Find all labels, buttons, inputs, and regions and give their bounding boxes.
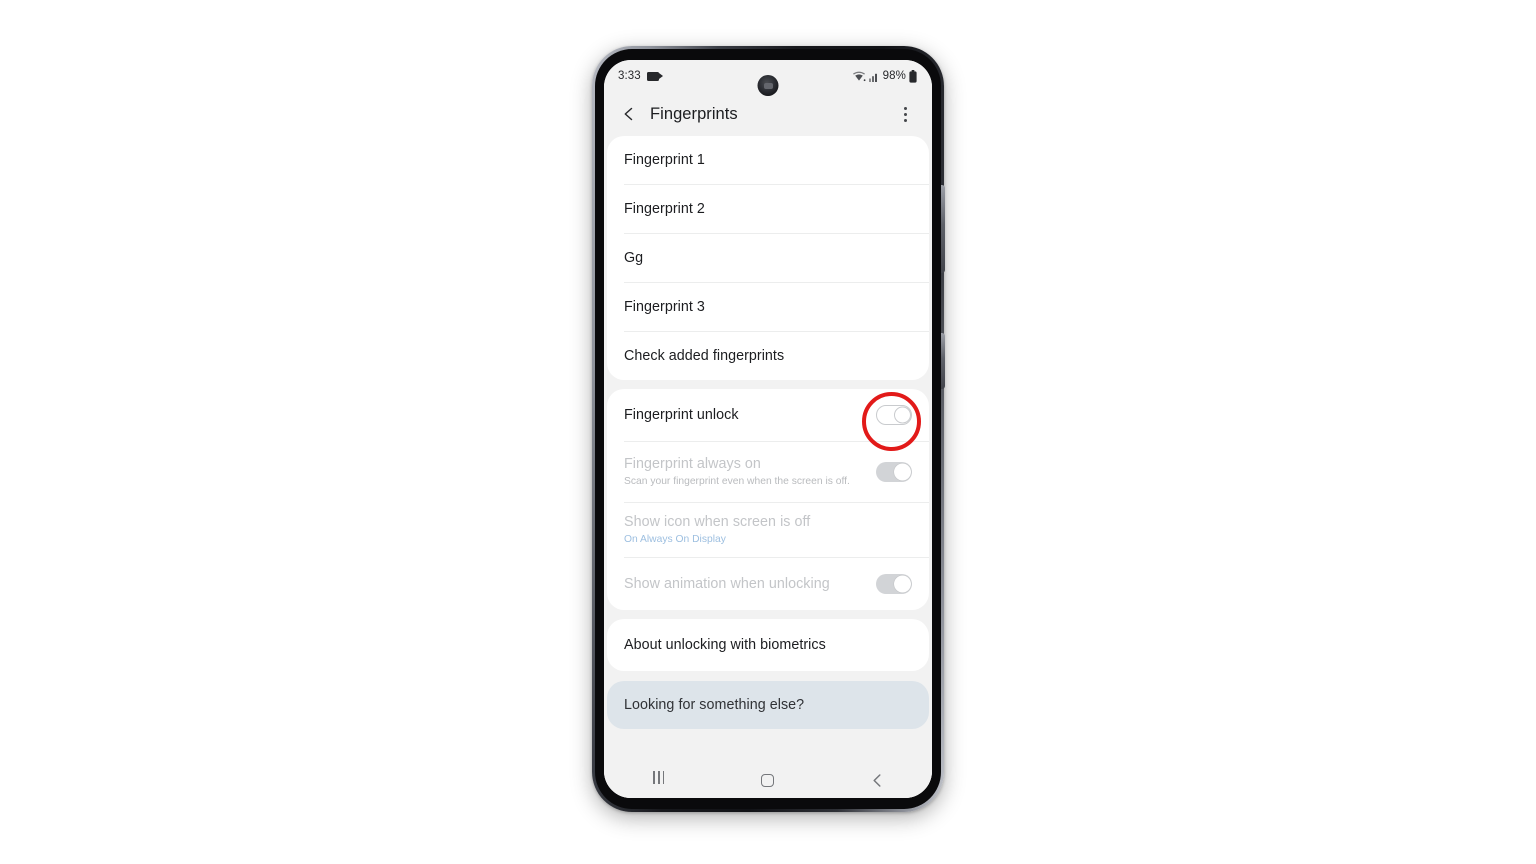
fingerprint-list-card: Fingerprint 1 Fingerprint 2 Gg Fingerpri…: [607, 136, 929, 380]
home-square-icon: [761, 773, 775, 787]
toggle-knob: [893, 463, 911, 481]
video-camera-icon: [646, 71, 663, 81]
toggle-knob: [893, 575, 911, 593]
dot: [903, 112, 907, 116]
row-label: Show animation when unlocking: [624, 575, 830, 592]
list-item-fingerprint-1[interactable]: Fingerprint 1: [607, 136, 929, 184]
overflow-menu-button[interactable]: [891, 100, 919, 128]
row-fingerprint-always-on: Fingerprint always on Scan your fingerpr…: [607, 442, 929, 502]
status-bar-clock: 3:33: [618, 70, 641, 82]
list-item-gg[interactable]: Gg: [607, 234, 929, 282]
back-chevron-icon: [873, 773, 881, 787]
looking-for-something-else-card[interactable]: Looking for something else?: [607, 681, 929, 729]
back-chevron-icon: [624, 107, 633, 121]
status-bar-left: 3:33: [618, 70, 663, 82]
android-navigation-bar: [604, 762, 932, 798]
row-text: Fingerprint 1: [624, 151, 912, 170]
toggle-knob: [894, 406, 911, 424]
fingerprint-options-card: Fingerprint unlock Fingerprint always on…: [607, 389, 929, 610]
list-item-fingerprint-2[interactable]: Fingerprint 2: [607, 185, 929, 233]
app-bar: Fingerprints: [604, 92, 932, 136]
back-button[interactable]: [615, 100, 643, 128]
volume-rocker-button[interactable]: [941, 185, 945, 273]
about-card: About unlocking with biometrics: [607, 619, 929, 671]
list-item-label: Fingerprint 3: [624, 298, 705, 315]
row-looking-for-something-else[interactable]: Looking for something else?: [607, 681, 929, 729]
bar: [662, 771, 665, 784]
home-button[interactable]: [742, 765, 794, 795]
page-title: Fingerprints: [650, 104, 738, 123]
front-camera-punch-hole: [757, 75, 779, 96]
status-bar-right: 98%: [852, 69, 917, 83]
row-text: Fingerprint 2: [624, 200, 912, 219]
row-text: Show icon when screen is off On Always O…: [624, 513, 912, 546]
row-text: Looking for something else?: [624, 696, 912, 715]
row-text: Fingerprint always on Scan your fingerpr…: [624, 455, 876, 488]
list-item-label: Fingerprint 1: [624, 151, 705, 168]
battery-percent-label: 98%: [882, 70, 906, 82]
list-item-check-added-fingerprints[interactable]: Check added fingerprints: [607, 332, 929, 380]
row-text: Fingerprint unlock: [624, 406, 876, 425]
row-label: Show icon when screen is off: [624, 514, 811, 531]
phone-device-frame: 3:33 98% Fingerprints Fingerprint 1 Fing…: [592, 46, 945, 812]
dot: [903, 106, 907, 110]
row-show-animation-when-unlocking: Show animation when unlocking: [607, 558, 929, 610]
row-show-icon-when-screen-off: Show icon when screen is off On Always O…: [607, 503, 929, 557]
settings-scroll-area[interactable]: Fingerprint 1 Fingerprint 2 Gg Fingerpri…: [604, 136, 932, 798]
list-item-label: Check added fingerprints: [624, 347, 785, 364]
nav-back-button[interactable]: [851, 765, 903, 795]
battery-full-icon: [909, 69, 917, 83]
row-text: Show animation when unlocking: [624, 575, 876, 594]
list-item-fingerprint-3[interactable]: Fingerprint 3: [607, 283, 929, 331]
row-text: About unlocking with biometrics: [624, 636, 912, 655]
row-label: About unlocking with biometrics: [624, 636, 826, 653]
row-label: Looking for something else?: [624, 696, 805, 713]
dot: [903, 118, 907, 122]
row-about-unlocking-with-biometrics[interactable]: About unlocking with biometrics: [607, 619, 929, 671]
row-label: Fingerprint unlock: [624, 406, 739, 423]
recent-apps-icon: [651, 771, 666, 789]
bar: [652, 771, 655, 784]
fingerprint-unlock-toggle[interactable]: [876, 405, 912, 425]
row-value: On Always On Display: [624, 533, 726, 545]
row-label: Fingerprint always on: [624, 456, 761, 473]
list-item-label: Fingerprint 2: [624, 200, 705, 217]
row-fingerprint-unlock[interactable]: Fingerprint unlock: [607, 389, 929, 441]
bar: [657, 771, 660, 784]
row-text: Gg: [624, 249, 912, 268]
row-text: Fingerprint 3: [624, 298, 912, 317]
wifi-icon: [852, 71, 866, 82]
cellular-signal-icon: [868, 73, 877, 82]
show-animation-toggle: [876, 574, 912, 594]
list-item-label: Gg: [624, 249, 644, 266]
power-button[interactable]: [941, 333, 945, 389]
phone-bezel: 3:33 98% Fingerprints Fingerprint 1 Fing…: [595, 49, 945, 809]
recent-apps-button[interactable]: [633, 765, 685, 795]
phone-screen: 3:33 98% Fingerprints Fingerprint 1 Fing…: [604, 60, 932, 798]
row-text: Check added fingerprints: [624, 347, 912, 366]
fingerprint-always-on-toggle: [876, 462, 912, 482]
row-description: Scan your fingerprint even when the scre…: [624, 475, 850, 487]
